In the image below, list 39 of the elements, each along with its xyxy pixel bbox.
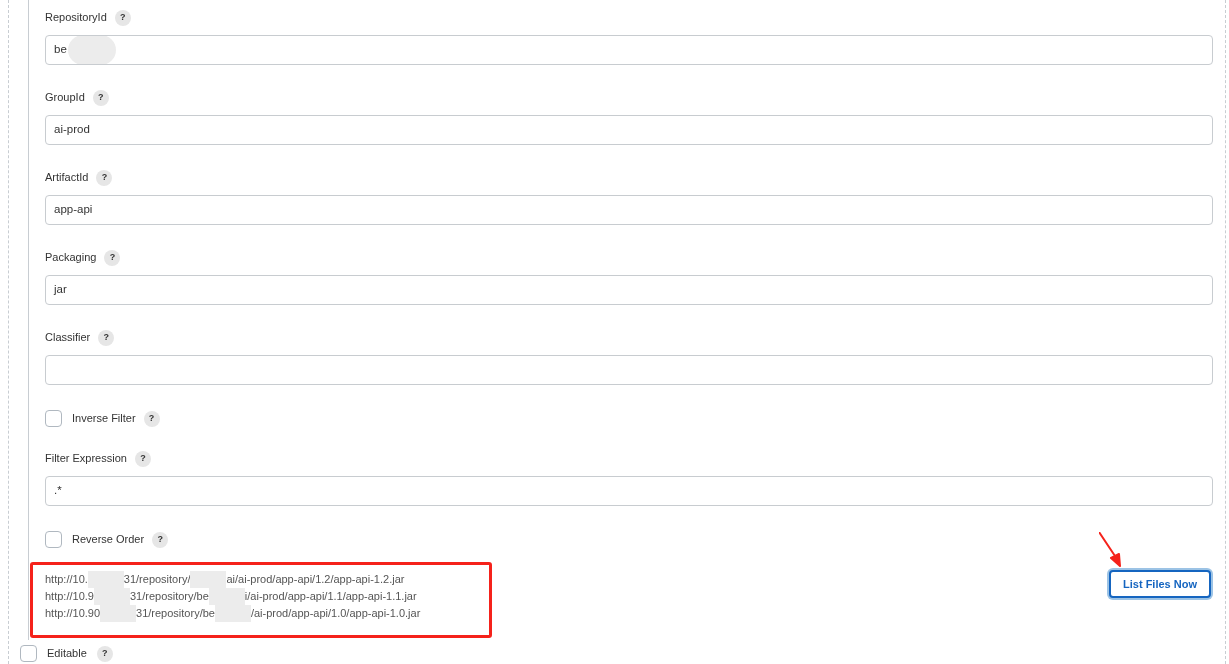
field-label: Reverse Order (72, 532, 145, 548)
redaction-mark (67, 36, 116, 64)
file-url-text: http://10. (45, 572, 88, 588)
input-field[interactable]: jar (45, 275, 1213, 305)
list-files-button[interactable]: List Files Now (1109, 570, 1211, 598)
field-label: Filter Expression (45, 451, 127, 467)
field-label: GroupId (45, 90, 85, 106)
file-url-text: 31/repository/be (136, 606, 215, 622)
file-url-text: ai/ai-prod/app-api/1.2/app-api-1.2.jar (226, 572, 405, 588)
file-url-text: 31/repository/be (129, 589, 209, 605)
field-label: Inverse Filter (72, 411, 136, 427)
file-url-text: /ai-prod/app-api/1.0/app-api-1.0.jar (250, 606, 421, 622)
help-icon[interactable]: ? (114, 9, 131, 26)
field-label: Packaging (45, 250, 97, 266)
input-field[interactable]: app-api (45, 195, 1213, 225)
help-icon[interactable]: ? (152, 531, 169, 548)
checkbox[interactable] (45, 531, 62, 548)
file-url-text: 31/repository/ (123, 572, 191, 588)
help-icon[interactable]: ? (96, 169, 113, 186)
input-field[interactable] (45, 355, 1213, 385)
file-url-text: http://10.90 (45, 606, 101, 622)
help-icon[interactable]: ? (98, 329, 115, 346)
input-field[interactable]: be (45, 35, 1213, 65)
field-label: RepositoryId (45, 10, 107, 26)
help-icon[interactable]: ? (104, 249, 121, 266)
checkbox[interactable] (45, 410, 62, 427)
file-url-text: i/ai-prod/app-api/1.1/app-api-1.1.jar (244, 589, 417, 605)
field-label: Classifier (45, 330, 91, 346)
field-label: ArtifactId (45, 170, 89, 186)
help-icon[interactable]: ? (96, 645, 113, 662)
checkbox[interactable] (20, 645, 37, 662)
input-field[interactable]: ai-prod (45, 115, 1213, 145)
field-label: Editable (47, 646, 87, 662)
help-icon[interactable]: ? (134, 450, 151, 467)
help-icon[interactable]: ? (143, 410, 160, 427)
arrow-annotation (1099, 532, 1124, 567)
input-field[interactable]: .* (45, 476, 1213, 506)
help-icon[interactable]: ? (92, 89, 109, 106)
file-url-text: http://10.9 (45, 589, 94, 605)
